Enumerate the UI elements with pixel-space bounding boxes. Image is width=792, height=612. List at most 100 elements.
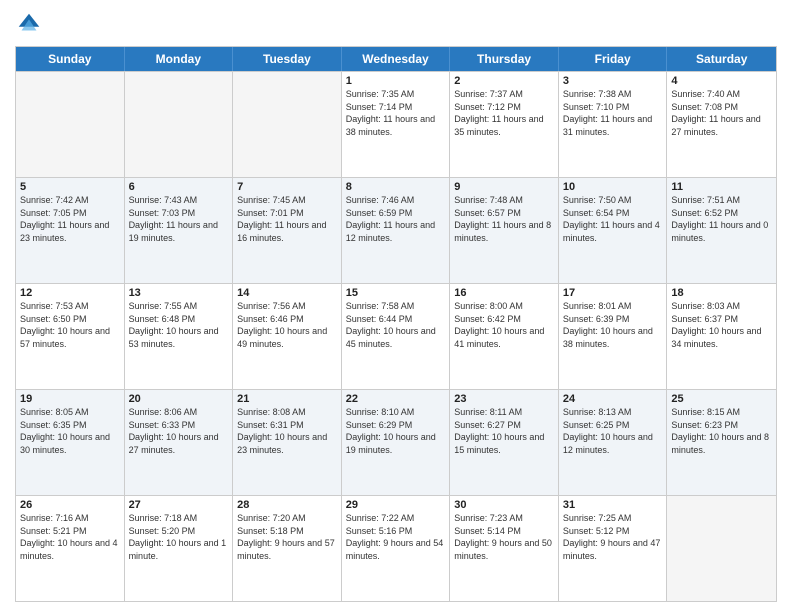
day-number: 19 bbox=[20, 393, 120, 405]
day-number: 15 bbox=[346, 287, 446, 299]
weekday-header-thursday: Thursday bbox=[450, 47, 559, 71]
calendar-cell-r1-c7: 4Sunrise: 7:40 AMSunset: 7:08 PMDaylight… bbox=[667, 72, 776, 177]
day-info: Sunrise: 7:35 AMSunset: 7:14 PMDaylight:… bbox=[346, 88, 446, 138]
day-info: Sunrise: 8:03 AMSunset: 6:37 PMDaylight:… bbox=[671, 300, 772, 350]
calendar-cell-r4-c3: 21Sunrise: 8:08 AMSunset: 6:31 PMDayligh… bbox=[233, 390, 342, 495]
day-info: Sunrise: 7:18 AMSunset: 5:20 PMDaylight:… bbox=[129, 512, 229, 562]
calendar-cell-r3-c5: 16Sunrise: 8:00 AMSunset: 6:42 PMDayligh… bbox=[450, 284, 559, 389]
calendar-cell-r3-c1: 12Sunrise: 7:53 AMSunset: 6:50 PMDayligh… bbox=[16, 284, 125, 389]
header bbox=[15, 10, 777, 38]
day-info: Sunrise: 7:56 AMSunset: 6:46 PMDaylight:… bbox=[237, 300, 337, 350]
calendar-cell-r1-c5: 2Sunrise: 7:37 AMSunset: 7:12 PMDaylight… bbox=[450, 72, 559, 177]
day-number: 8 bbox=[346, 181, 446, 193]
day-info: Sunrise: 8:11 AMSunset: 6:27 PMDaylight:… bbox=[454, 406, 554, 456]
calendar-row-5: 26Sunrise: 7:16 AMSunset: 5:21 PMDayligh… bbox=[16, 495, 776, 601]
day-info: Sunrise: 8:15 AMSunset: 6:23 PMDaylight:… bbox=[671, 406, 772, 456]
calendar-body: 1Sunrise: 7:35 AMSunset: 7:14 PMDaylight… bbox=[16, 71, 776, 601]
page: SundayMondayTuesdayWednesdayThursdayFrid… bbox=[0, 0, 792, 612]
calendar-cell-r4-c5: 23Sunrise: 8:11 AMSunset: 6:27 PMDayligh… bbox=[450, 390, 559, 495]
calendar: SundayMondayTuesdayWednesdayThursdayFrid… bbox=[15, 46, 777, 602]
day-info: Sunrise: 7:16 AMSunset: 5:21 PMDaylight:… bbox=[20, 512, 120, 562]
calendar-cell-r3-c7: 18Sunrise: 8:03 AMSunset: 6:37 PMDayligh… bbox=[667, 284, 776, 389]
day-number: 23 bbox=[454, 393, 554, 405]
calendar-cell-r5-c3: 28Sunrise: 7:20 AMSunset: 5:18 PMDayligh… bbox=[233, 496, 342, 601]
calendar-cell-r5-c1: 26Sunrise: 7:16 AMSunset: 5:21 PMDayligh… bbox=[16, 496, 125, 601]
day-info: Sunrise: 8:13 AMSunset: 6:25 PMDaylight:… bbox=[563, 406, 663, 456]
calendar-cell-r2-c2: 6Sunrise: 7:43 AMSunset: 7:03 PMDaylight… bbox=[125, 178, 234, 283]
weekday-header-friday: Friday bbox=[559, 47, 668, 71]
day-number: 2 bbox=[454, 75, 554, 87]
day-number: 22 bbox=[346, 393, 446, 405]
day-number: 13 bbox=[129, 287, 229, 299]
day-number: 27 bbox=[129, 499, 229, 511]
day-info: Sunrise: 7:22 AMSunset: 5:16 PMDaylight:… bbox=[346, 512, 446, 562]
day-info: Sunrise: 7:46 AMSunset: 6:59 PMDaylight:… bbox=[346, 194, 446, 244]
day-info: Sunrise: 7:48 AMSunset: 6:57 PMDaylight:… bbox=[454, 194, 554, 244]
day-number: 25 bbox=[671, 393, 772, 405]
calendar-cell-r2-c4: 8Sunrise: 7:46 AMSunset: 6:59 PMDaylight… bbox=[342, 178, 451, 283]
calendar-cell-r4-c7: 25Sunrise: 8:15 AMSunset: 6:23 PMDayligh… bbox=[667, 390, 776, 495]
day-info: Sunrise: 7:42 AMSunset: 7:05 PMDaylight:… bbox=[20, 194, 120, 244]
day-info: Sunrise: 7:38 AMSunset: 7:10 PMDaylight:… bbox=[563, 88, 663, 138]
day-info: Sunrise: 7:45 AMSunset: 7:01 PMDaylight:… bbox=[237, 194, 337, 244]
day-info: Sunrise: 7:50 AMSunset: 6:54 PMDaylight:… bbox=[563, 194, 663, 244]
day-number: 29 bbox=[346, 499, 446, 511]
calendar-cell-r2-c7: 11Sunrise: 7:51 AMSunset: 6:52 PMDayligh… bbox=[667, 178, 776, 283]
day-info: Sunrise: 8:05 AMSunset: 6:35 PMDaylight:… bbox=[20, 406, 120, 456]
calendar-cell-r2-c1: 5Sunrise: 7:42 AMSunset: 7:05 PMDaylight… bbox=[16, 178, 125, 283]
logo-icon bbox=[15, 10, 43, 38]
day-number: 21 bbox=[237, 393, 337, 405]
day-info: Sunrise: 7:51 AMSunset: 6:52 PMDaylight:… bbox=[671, 194, 772, 244]
weekday-header-sunday: Sunday bbox=[16, 47, 125, 71]
day-number: 17 bbox=[563, 287, 663, 299]
weekday-header-monday: Monday bbox=[125, 47, 234, 71]
calendar-cell-r1-c6: 3Sunrise: 7:38 AMSunset: 7:10 PMDaylight… bbox=[559, 72, 668, 177]
calendar-cell-r2-c5: 9Sunrise: 7:48 AMSunset: 6:57 PMDaylight… bbox=[450, 178, 559, 283]
calendar-cell-r1-c1 bbox=[16, 72, 125, 177]
day-info: Sunrise: 8:08 AMSunset: 6:31 PMDaylight:… bbox=[237, 406, 337, 456]
day-number: 12 bbox=[20, 287, 120, 299]
calendar-row-3: 12Sunrise: 7:53 AMSunset: 6:50 PMDayligh… bbox=[16, 283, 776, 389]
day-number: 11 bbox=[671, 181, 772, 193]
weekday-header-tuesday: Tuesday bbox=[233, 47, 342, 71]
day-info: Sunrise: 7:40 AMSunset: 7:08 PMDaylight:… bbox=[671, 88, 772, 138]
day-info: Sunrise: 7:20 AMSunset: 5:18 PMDaylight:… bbox=[237, 512, 337, 562]
calendar-row-1: 1Sunrise: 7:35 AMSunset: 7:14 PMDaylight… bbox=[16, 71, 776, 177]
day-number: 24 bbox=[563, 393, 663, 405]
logo bbox=[15, 10, 47, 38]
calendar-cell-r3-c3: 14Sunrise: 7:56 AMSunset: 6:46 PMDayligh… bbox=[233, 284, 342, 389]
calendar-row-4: 19Sunrise: 8:05 AMSunset: 6:35 PMDayligh… bbox=[16, 389, 776, 495]
day-info: Sunrise: 8:01 AMSunset: 6:39 PMDaylight:… bbox=[563, 300, 663, 350]
calendar-cell-r1-c4: 1Sunrise: 7:35 AMSunset: 7:14 PMDaylight… bbox=[342, 72, 451, 177]
day-info: Sunrise: 7:43 AMSunset: 7:03 PMDaylight:… bbox=[129, 194, 229, 244]
calendar-cell-r3-c2: 13Sunrise: 7:55 AMSunset: 6:48 PMDayligh… bbox=[125, 284, 234, 389]
day-number: 16 bbox=[454, 287, 554, 299]
calendar-cell-r1-c2 bbox=[125, 72, 234, 177]
day-number: 6 bbox=[129, 181, 229, 193]
day-number: 10 bbox=[563, 181, 663, 193]
day-info: Sunrise: 7:55 AMSunset: 6:48 PMDaylight:… bbox=[129, 300, 229, 350]
day-number: 18 bbox=[671, 287, 772, 299]
day-info: Sunrise: 8:06 AMSunset: 6:33 PMDaylight:… bbox=[129, 406, 229, 456]
calendar-cell-r3-c6: 17Sunrise: 8:01 AMSunset: 6:39 PMDayligh… bbox=[559, 284, 668, 389]
day-info: Sunrise: 8:10 AMSunset: 6:29 PMDaylight:… bbox=[346, 406, 446, 456]
calendar-cell-r5-c6: 31Sunrise: 7:25 AMSunset: 5:12 PMDayligh… bbox=[559, 496, 668, 601]
weekday-header-wednesday: Wednesday bbox=[342, 47, 451, 71]
day-info: Sunrise: 8:00 AMSunset: 6:42 PMDaylight:… bbox=[454, 300, 554, 350]
calendar-cell-r4-c4: 22Sunrise: 8:10 AMSunset: 6:29 PMDayligh… bbox=[342, 390, 451, 495]
day-number: 1 bbox=[346, 75, 446, 87]
day-number: 20 bbox=[129, 393, 229, 405]
calendar-cell-r5-c4: 29Sunrise: 7:22 AMSunset: 5:16 PMDayligh… bbox=[342, 496, 451, 601]
calendar-row-2: 5Sunrise: 7:42 AMSunset: 7:05 PMDaylight… bbox=[16, 177, 776, 283]
calendar-cell-r2-c6: 10Sunrise: 7:50 AMSunset: 6:54 PMDayligh… bbox=[559, 178, 668, 283]
calendar-cell-r4-c1: 19Sunrise: 8:05 AMSunset: 6:35 PMDayligh… bbox=[16, 390, 125, 495]
day-number: 7 bbox=[237, 181, 337, 193]
calendar-cell-r5-c2: 27Sunrise: 7:18 AMSunset: 5:20 PMDayligh… bbox=[125, 496, 234, 601]
day-number: 30 bbox=[454, 499, 554, 511]
calendar-cell-r5-c5: 30Sunrise: 7:23 AMSunset: 5:14 PMDayligh… bbox=[450, 496, 559, 601]
day-info: Sunrise: 7:58 AMSunset: 6:44 PMDaylight:… bbox=[346, 300, 446, 350]
day-number: 28 bbox=[237, 499, 337, 511]
day-number: 31 bbox=[563, 499, 663, 511]
calendar-cell-r5-c7 bbox=[667, 496, 776, 601]
weekday-header-saturday: Saturday bbox=[667, 47, 776, 71]
